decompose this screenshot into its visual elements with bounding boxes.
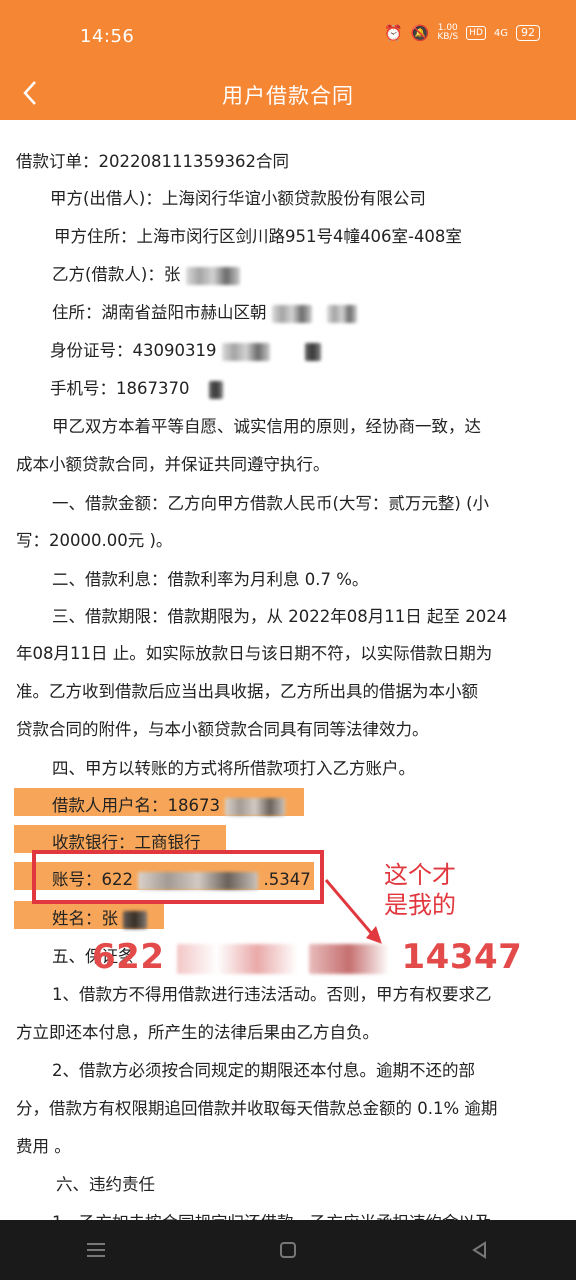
clause-4: 四、甲方以转账的方式将所借款项打入乙方账户。 <box>52 759 415 778</box>
battery-icon: 92 <box>516 25 540 41</box>
intro-line-2: 成本小额贷款合同，并保证共同遵守执行。 <box>16 455 330 474</box>
borrower-line: 乙方(借款人)：张 <box>52 261 240 285</box>
phone-text: 手机号：1867370 <box>50 379 190 398</box>
annotation-account-number: 622 14347 <box>92 937 522 977</box>
clause-6-title: 六、违约责任 <box>56 1175 155 1194</box>
menu-button[interactable] <box>76 1230 116 1270</box>
clause-5-line-3: 2、借款方必须按合同规定的期限还本付息。逾期不还的部 <box>52 1061 475 1080</box>
annotation-note: 这个才 是我的 <box>384 860 456 920</box>
annotation-number-suffix: 14347 <box>401 937 523 977</box>
redaction <box>309 943 390 974</box>
address-line: 住所：湖南省益阳市赫山区朝 <box>52 299 357 323</box>
clause-5-line-1: 1、借款方不得用借款进行违法活动。否则，甲方有权要求乙 <box>52 985 492 1004</box>
status-bar: 14:56 ⏰ 🔕 1.00 KB/S HD 4G 92 <box>0 0 576 68</box>
status-icons: ⏰ 🔕 1.00 KB/S HD 4G 92 <box>384 24 540 42</box>
net-speed: 1.00 KB/S <box>437 24 458 42</box>
redaction <box>123 910 148 929</box>
redaction <box>225 797 286 816</box>
status-time: 14:56 <box>80 26 135 47</box>
redaction <box>176 943 297 974</box>
clause-1-line-1: 一、借款金额：乙方向甲方借款人民币(大写：贰万元整) (小 <box>52 494 490 513</box>
back-triangle-icon <box>472 1241 486 1259</box>
clause-3-line-1: 三、借款期限：借款期限为，从 2022年08月11日 起至 2024 <box>52 607 508 626</box>
page-title: 用户借款合同 <box>222 84 354 108</box>
redaction <box>185 266 240 285</box>
back-nav-button[interactable] <box>460 1230 500 1270</box>
account-user-line: 借款人用户名：18673 <box>52 792 286 816</box>
redaction <box>304 342 321 361</box>
account-user-text: 借款人用户名：18673 <box>52 796 220 815</box>
mute-icon: 🔕 <box>410 24 430 42</box>
clause-3-line-4: 贷款合同的附件，与本小额贷款合同具有同等法律效力。 <box>16 720 429 739</box>
name-line: 姓名：张 <box>52 905 148 929</box>
menu-icon <box>87 1243 105 1257</box>
signal-icon: 4G <box>493 27 508 39</box>
annotation-note-line-2: 是我的 <box>384 891 456 919</box>
redaction <box>208 380 223 399</box>
alarm-icon: ⏰ <box>383 24 403 42</box>
hd-icon: HD <box>466 26 486 40</box>
clause-3-line-3: 准。乙方收到借款后应当出具收据，乙方所出具的借据为本小额 <box>16 682 478 701</box>
annotation-note-line-1: 这个才 <box>384 861 456 889</box>
clause-6-line-1: 1、乙方如未按合同规定归还借款，乙方应当承担违约金以及 <box>52 1209 492 1220</box>
address-text: 住所：湖南省益阳市赫山区朝 <box>52 303 267 322</box>
clause-5-line-4: 分，借款方有权限期追回借款并收取每天借款总金额的 0.1% 逾期 <box>16 1099 498 1118</box>
contract-content: 借款订单：2022081113593​62合同 甲方(出借人)：上海闵行华谊小额… <box>0 122 576 1220</box>
borrower-text: 乙方(借款人)：张 <box>52 265 181 284</box>
redaction <box>221 342 270 361</box>
annotation-number-prefix: 622 <box>92 937 165 977</box>
order-line: 借款订单：2022081113593​62合同 <box>16 152 289 171</box>
clause-3-line-2: 年08月11日 止。如实际放款日与该日期不符，以实际借款日期为 <box>16 644 493 663</box>
annotation-arrow-icon <box>324 879 382 944</box>
home-button[interactable] <box>268 1230 308 1270</box>
phone-line: 手机号：1867370 <box>50 375 223 399</box>
redaction <box>327 304 357 323</box>
id-line: 身份证号：43090319 <box>50 337 321 361</box>
clause-2: 二、借款利息：借款利率为月利息 0.7 %。 <box>52 570 369 589</box>
system-nav-bar <box>0 1220 576 1280</box>
id-text: 身份证号：43090319 <box>50 341 217 360</box>
redaction <box>271 304 312 323</box>
clause-1-line-2: 写：20000.00元 )。 <box>16 531 173 550</box>
intro-line-1: 甲乙双方本着平等自愿、诚实信用的原则，经协商一致，达 <box>52 417 481 436</box>
clause-5-line-5: 费用 。 <box>16 1137 71 1156</box>
net-speed-unit: KB/S <box>437 32 459 42</box>
lender-address-line: 甲方住所：上海市闵行区剑川路951号4幢406室-408室 <box>54 227 462 246</box>
account-highlight-box <box>32 850 324 904</box>
app-bar: 用户借款合同 <box>0 68 576 120</box>
home-icon <box>280 1242 296 1258</box>
lender-line: 甲方(出借人)：上海闵行华谊小额贷款股份有限公司 <box>50 189 426 208</box>
clause-5-line-2: 方立即还本付息，所产生的法律后果由乙方自负。 <box>16 1023 379 1042</box>
name-text: 姓名：张 <box>52 909 118 928</box>
